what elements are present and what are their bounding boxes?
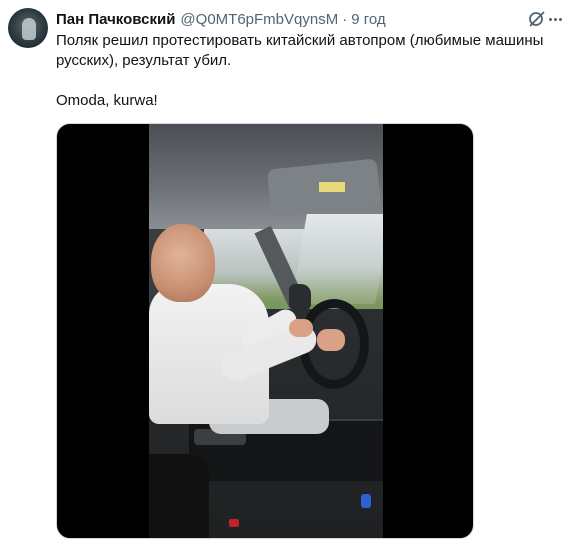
author-handle[interactable]: @Q0MT6pFmbVqynsM: [180, 11, 338, 28]
more-icon[interactable]: [549, 9, 563, 29]
author-name[interactable]: Пан Пачковский: [56, 11, 175, 28]
avatar-figure: [22, 18, 36, 40]
tweet-video[interactable]: [56, 123, 474, 539]
grok-icon[interactable]: [527, 9, 547, 29]
tweet-header: Пан Пачковский @Q0MT6pFmbVqynsM · 9 год: [56, 9, 386, 29]
tweet-text: Поляк решил протестировать китайский авт…: [56, 31, 546, 111]
avatar[interactable]: [8, 8, 48, 48]
tweet-text-line-1: Поляк решил протестировать китайский авт…: [56, 32, 544, 69]
video-frame: [149, 124, 383, 538]
timestamp[interactable]: 9 год: [351, 11, 385, 28]
tweet-text-line-2: Omoda, kurwa!: [56, 92, 158, 109]
separator-dot: ·: [342, 10, 348, 28]
